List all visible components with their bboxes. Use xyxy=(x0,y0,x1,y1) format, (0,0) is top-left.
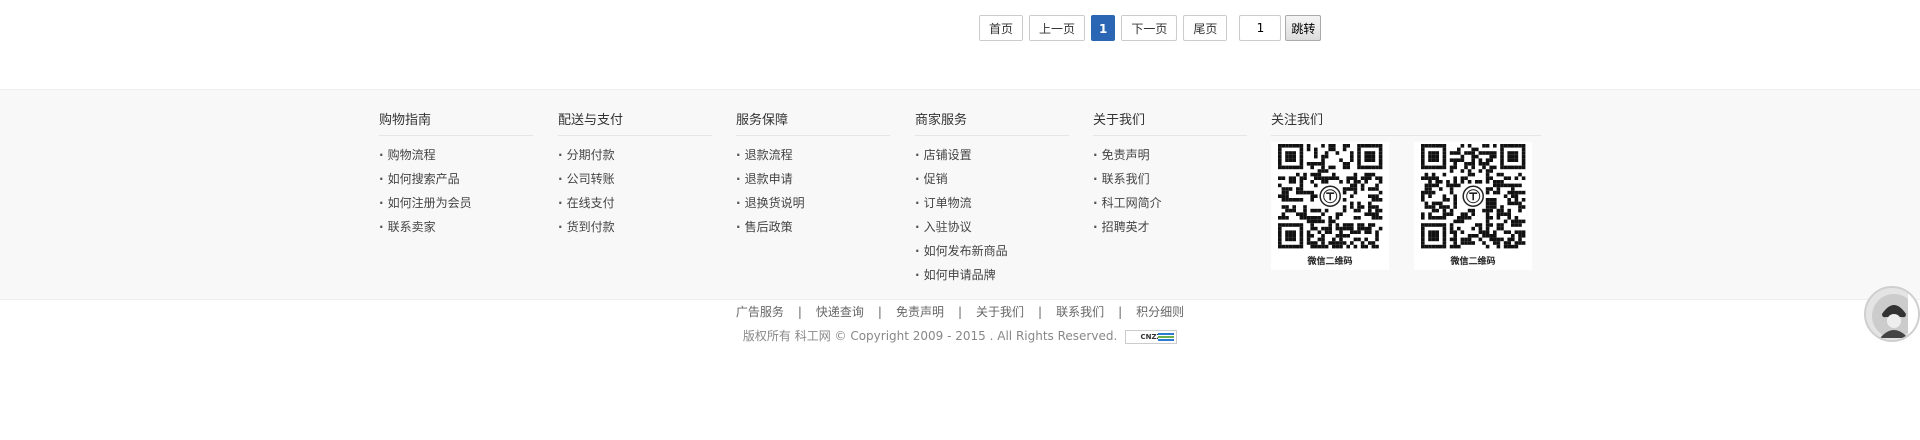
qr-caption: 微信二维码 xyxy=(1307,257,1353,267)
separator: | xyxy=(1038,305,1043,319)
qr-code-icon xyxy=(1421,144,1526,249)
footer-link[interactable]: 在线支付 xyxy=(558,191,712,215)
qr-pattern xyxy=(1278,144,1383,249)
footer-link[interactable]: 退款申请 xyxy=(736,167,890,191)
footer-link[interactable]: 订单物流 xyxy=(915,191,1069,215)
footer-column-shopping-guide: 购物指南 购物流程 如何搜索产品 如何注册为会员 联系卖家 xyxy=(379,112,533,239)
footer-link[interactable]: 入驻协议 xyxy=(915,215,1069,239)
bottom-link-express[interactable]: 快递查询 xyxy=(816,305,864,319)
bottom-link-ads[interactable]: 广告服务 xyxy=(736,305,784,319)
footer-column-follow-us: 关注我们 xyxy=(1271,112,1541,143)
separator: | xyxy=(797,305,802,319)
footer-link[interactable]: 招聘英才 xyxy=(1093,215,1247,239)
separator: | xyxy=(877,305,882,319)
footer-link[interactable]: 联系卖家 xyxy=(379,215,533,239)
column-title: 购物指南 xyxy=(379,112,533,136)
wechat-qr-code: 微信二维码 xyxy=(1414,142,1532,270)
pagination: 首页 上一页 1 下一页 尾页 跳转 xyxy=(979,14,1322,42)
footer-link[interactable]: 购物流程 xyxy=(379,143,533,167)
last-page-button[interactable]: 尾页 xyxy=(1183,15,1228,41)
next-page-button[interactable]: 下一页 xyxy=(1121,15,1178,41)
copyright-line: 版权所有 科工网 © Copyright 2009 - 2015 . All R… xyxy=(0,327,1920,344)
prev-page-button[interactable]: 上一页 xyxy=(1029,15,1086,41)
footer-link[interactable]: 货到付款 xyxy=(558,215,712,239)
qr-code-icon xyxy=(1278,144,1383,249)
column-title: 关注我们 xyxy=(1271,112,1541,136)
footer-link[interactable]: 退换货说明 xyxy=(736,191,890,215)
bottom-link-about[interactable]: 关于我们 xyxy=(976,305,1024,319)
footer-link[interactable]: 促销 xyxy=(915,167,1069,191)
avatar-icon xyxy=(1872,294,1916,338)
qr-pattern xyxy=(1421,144,1526,249)
footer-link[interactable]: 退款流程 xyxy=(736,143,890,167)
bottom-link-contact[interactable]: 联系我们 xyxy=(1056,305,1104,319)
column-title: 商家服务 xyxy=(915,112,1069,136)
go-page-button[interactable]: 跳转 xyxy=(1285,15,1322,41)
footer-link[interactable]: 分期付款 xyxy=(558,143,712,167)
cnzz-badge[interactable]: CNZZ xyxy=(1125,329,1178,344)
bottom-links: 广告服务 | 快递查询 | 免责声明 | 关于我们 | 联系我们 | 积分细则 xyxy=(0,303,1920,320)
cnzz-bars-icon xyxy=(1158,332,1175,341)
column-title: 配送与支付 xyxy=(558,112,712,136)
column-title: 关于我们 xyxy=(1093,112,1247,136)
footer-column-about: 关于我们 免责声明 联系我们 科工网简介 招聘英才 xyxy=(1093,112,1247,239)
footer-column-delivery-payment: 配送与支付 分期付款 公司转账 在线支付 货到付款 xyxy=(558,112,712,239)
footer-link[interactable]: 如何搜索产品 xyxy=(379,167,533,191)
current-page-button[interactable]: 1 xyxy=(1091,15,1116,41)
bottom-link-disclaimer[interactable]: 免责声明 xyxy=(896,305,944,319)
footer-link[interactable]: 联系我们 xyxy=(1093,167,1247,191)
footer-column-merchant: 商家服务 店铺设置 促销 订单物流 入驻协议 如何发布新商品 如何申请品牌 xyxy=(915,112,1069,287)
footer-link[interactable]: 免责声明 xyxy=(1093,143,1247,167)
footer-link[interactable]: 如何发布新商品 xyxy=(915,239,1069,263)
separator: | xyxy=(957,305,963,319)
footer-link[interactable]: 科工网简介 xyxy=(1093,191,1247,215)
separator: | xyxy=(1118,305,1123,319)
footer-link[interactable]: 公司转账 xyxy=(558,167,712,191)
bottom-link-points[interactable]: 积分细则 xyxy=(1136,305,1184,319)
first-page-button[interactable]: 首页 xyxy=(979,15,1024,41)
footer-link[interactable]: 如何注册为会员 xyxy=(379,191,533,215)
footer-column-service: 服务保障 退款流程 退款申请 退换货说明 售后政策 xyxy=(736,112,890,239)
qr-caption: 微信二维码 xyxy=(1450,257,1496,267)
floating-avatar[interactable] xyxy=(1864,286,1920,342)
wechat-qr-code: 微信二维码 xyxy=(1271,142,1389,270)
page-number-input[interactable] xyxy=(1239,15,1282,41)
copyright-text: 版权所有 科工网 © Copyright 2009 - 2015 . All R… xyxy=(742,329,1118,343)
footer-link[interactable]: 店铺设置 xyxy=(915,143,1069,167)
footer-link[interactable]: 如何申请品牌 xyxy=(915,263,1069,287)
footer-link[interactable]: 售后政策 xyxy=(736,215,890,239)
column-title: 服务保障 xyxy=(736,112,890,136)
